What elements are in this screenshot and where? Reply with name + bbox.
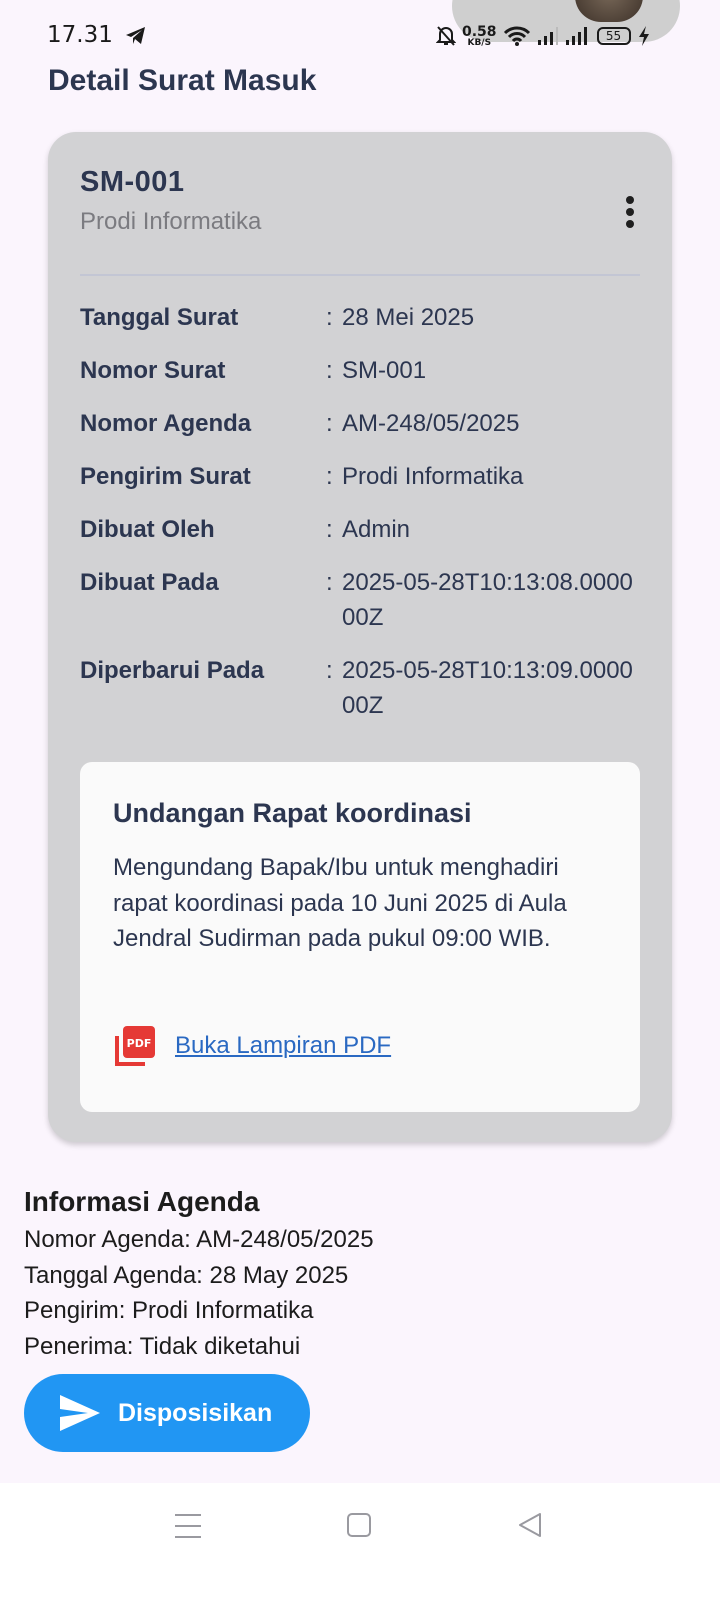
- charging-icon: [638, 26, 649, 46]
- net-speed: 0.58 KB/S: [462, 25, 497, 48]
- more-options-icon[interactable]: [618, 192, 642, 232]
- letter-subject: Undangan Rapat koordinasi: [113, 798, 472, 828]
- telegram-icon: [126, 27, 145, 44]
- status-bar: 17.31 0.58 KB/S 55: [0, 0, 720, 66]
- detail-row-dibuat-pada: Dibuat Pada : 2025-05-28T10:13:08.000000…: [80, 565, 640, 635]
- detail-row-dibuat-oleh: Dibuat Oleh : Admin: [80, 512, 640, 547]
- detail-colon: :: [326, 569, 333, 596]
- detail-colon: :: [326, 357, 333, 384]
- net-speed-unit: KB/S: [467, 37, 492, 48]
- battery-icon: 55: [596, 27, 631, 45]
- detail-row-pengirim-surat: Pengirim Surat : Prodi Informatika: [80, 459, 640, 494]
- recent-apps-button[interactable]: [175, 1514, 201, 1538]
- detail-label: Dibuat Oleh: [80, 516, 215, 543]
- detail-value: 28 Mei 2025: [342, 304, 475, 331]
- open-pdf-link-text[interactable]: Buka Lampiran PDF: [175, 1032, 391, 1060]
- detail-value: AM-248/05/2025: [342, 410, 520, 437]
- mute-bell-icon: [436, 26, 456, 46]
- detail-label: Pengirim Surat: [80, 463, 251, 490]
- pdf-icon: PDF: [115, 1026, 155, 1066]
- detail-label: Dibuat Pada: [80, 569, 219, 596]
- wifi-icon: [503, 26, 530, 46]
- detail-row-diperbarui-pada: Diperbarui Pada : 2025-05-28T10:13:09.00…: [80, 653, 640, 723]
- status-time: 17.31: [47, 22, 113, 48]
- letter-sender-subtitle: Prodi Informatika: [80, 208, 262, 235]
- send-icon: [60, 1395, 100, 1431]
- detail-value: Prodi Informatika: [342, 463, 524, 490]
- home-button[interactable]: [347, 1513, 371, 1537]
- net-speed-value: 0.58: [462, 23, 497, 40]
- dispose-button[interactable]: Disposisikan: [24, 1374, 310, 1452]
- agenda-sender: Pengirim: Prodi Informatika: [24, 1297, 314, 1324]
- letter-card: SM-001 Prodi Informatika Tanggal Surat :…: [48, 132, 672, 1142]
- agenda-recipient: Penerima: Tidak diketahui: [24, 1332, 301, 1360]
- letter-content-card: Undangan Rapat koordinasi Mengundang Bap…: [80, 762, 640, 1112]
- detail-label: Diperbarui Pada: [80, 657, 265, 684]
- signal-2-icon: [565, 27, 587, 45]
- status-icons: 0.58 KB/S 55: [436, 22, 651, 50]
- signal-1-icon: [537, 27, 558, 45]
- detail-row-nomor-agenda: Nomor Agenda : AM-248/05/2025: [80, 406, 640, 441]
- back-button[interactable]: [516, 1511, 544, 1539]
- page-title: Detail Surat Masuk: [48, 64, 317, 97]
- detail-value: 2025-05-28T10:13:08.000000Z: [342, 569, 633, 631]
- detail-row-tanggal-surat: Tanggal Surat : 28 Mei 2025: [80, 300, 640, 335]
- dispose-button-label: Disposisikan: [118, 1398, 273, 1427]
- open-pdf-link[interactable]: PDF Buka Lampiran PDF: [113, 1024, 391, 1068]
- detail-colon: :: [326, 410, 333, 437]
- system-nav-bar: [0, 1483, 720, 1599]
- agenda-info: Nomor Agenda: AM-248/05/2025 Tanggal Age…: [24, 1222, 374, 1364]
- detail-row-nomor-surat: Nomor Surat : SM-001: [80, 353, 640, 388]
- detail-label: Nomor Surat: [80, 357, 226, 384]
- detail-colon: :: [326, 463, 333, 490]
- agenda-number: Nomor Agenda: AM-248/05/2025: [24, 1226, 374, 1253]
- divider: [80, 274, 640, 276]
- agenda-date: Tanggal Agenda: 28 May 2025: [24, 1261, 349, 1289]
- agenda-section-title: Informasi Agenda: [24, 1186, 260, 1217]
- detail-value: 2025-05-28T10:13:09.000000Z: [342, 657, 633, 719]
- pdf-icon-text: PDF: [127, 1037, 152, 1050]
- detail-colon: :: [326, 516, 333, 543]
- letter-body: Mengundang Bapak/Ibu untuk menghadiri ra…: [113, 854, 567, 952]
- detail-label: Tanggal Surat: [80, 304, 239, 331]
- detail-label: Nomor Agenda: [80, 410, 252, 437]
- detail-value: SM-001: [342, 357, 427, 384]
- letter-code: SM-001: [80, 166, 185, 198]
- detail-list: Tanggal Surat : 28 Mei 2025 Nomor Surat …: [80, 300, 640, 741]
- detail-colon: :: [326, 657, 333, 684]
- detail-colon: :: [326, 304, 333, 331]
- detail-value: Admin: [342, 516, 411, 543]
